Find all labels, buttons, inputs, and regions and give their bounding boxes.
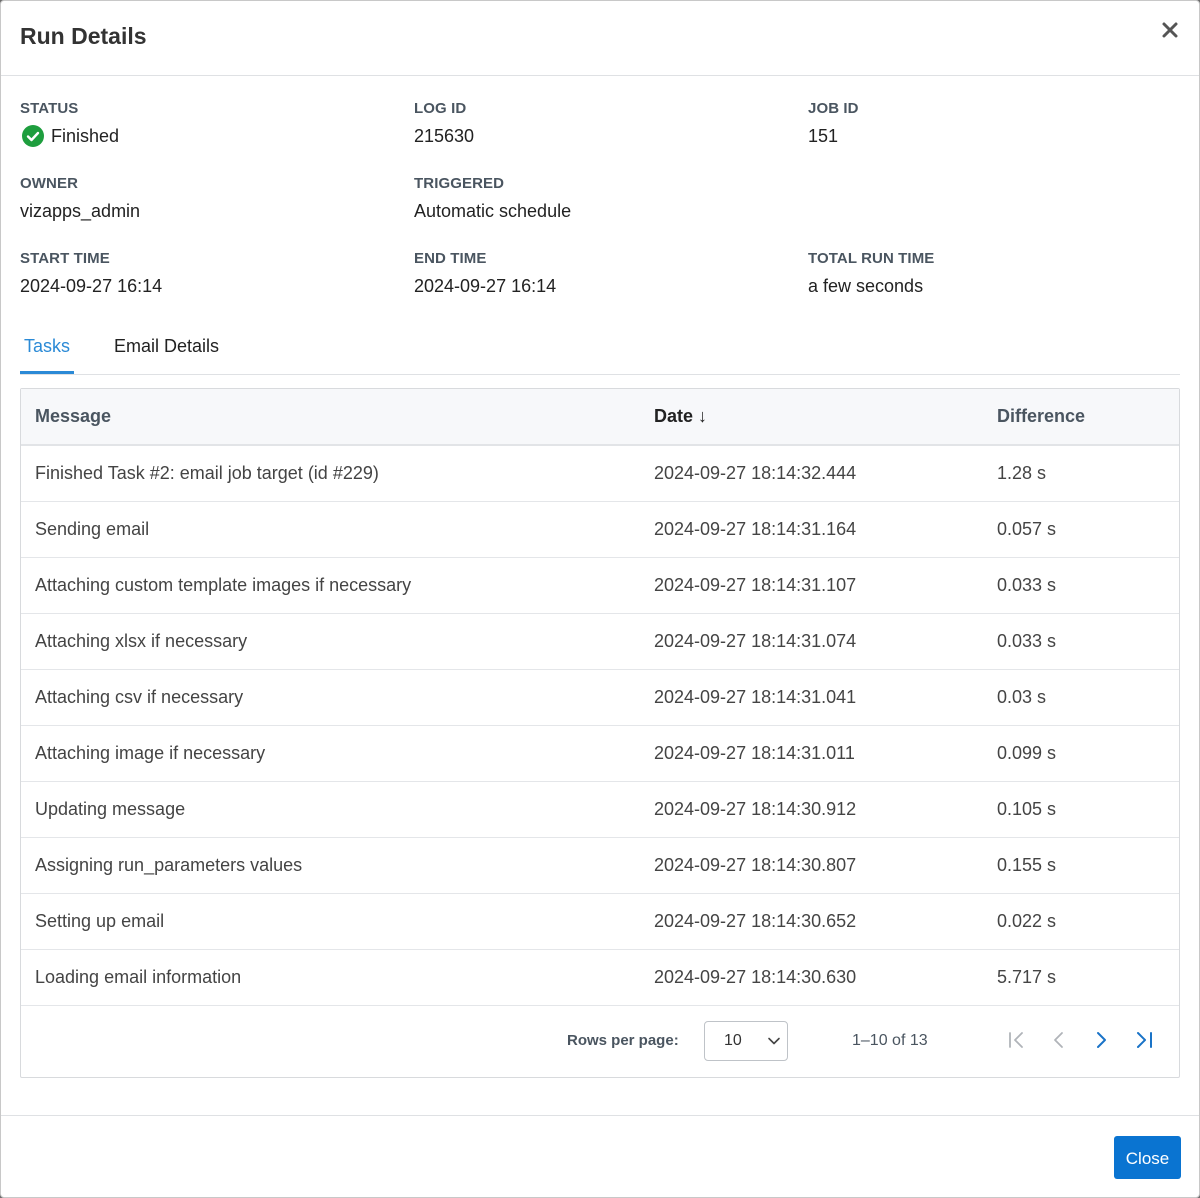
cell-difference: 0.033 s	[997, 574, 1057, 595]
pagination-range: 1–10 of 13	[852, 1032, 928, 1049]
triggered-value: Automatic schedule	[414, 201, 572, 221]
cell-message: Attaching csv if necessary	[35, 686, 244, 707]
cell-difference: 0.155 s	[997, 854, 1057, 875]
status-label: STATUS	[20, 100, 79, 117]
cell-message: Sending email	[35, 518, 150, 539]
cell-date: 2024-09-27 18:14:30.807	[654, 854, 857, 875]
tab-bar: Tasks Email Details	[20, 329, 1180, 375]
log-id-label: LOG ID	[414, 100, 467, 117]
close-button[interactable]: Close	[1114, 1136, 1181, 1179]
status-text: Finished	[51, 126, 120, 146]
modal-title: Run Details	[20, 23, 147, 49]
cell-difference: 0.105 s	[997, 798, 1057, 819]
cell-difference: 0.099 s	[997, 742, 1057, 763]
cell-message: Attaching image if necessary	[35, 742, 266, 763]
table-body: Finished Task #2: email job target (id #…	[21, 445, 1179, 1005]
previous-page-icon[interactable]	[1048, 1029, 1070, 1051]
status-value: Finished	[20, 124, 400, 148]
rows-per-page-value: 10	[724, 1032, 742, 1049]
column-header-date[interactable]: Date ↓	[640, 389, 983, 445]
table-row: Updating message 2024-09-27 18:14:30.912…	[21, 781, 1179, 837]
table-row: Sending email 2024-09-27 18:14:31.164 0.…	[21, 501, 1179, 557]
start-time-label: START TIME	[20, 250, 110, 267]
chevron-down-icon	[768, 1037, 780, 1045]
total-run-time-label: TOTAL RUN TIME	[808, 250, 935, 267]
detail-log-id: LOG ID 215630	[414, 99, 794, 148]
cell-message: Assigning run_parameters values	[35, 854, 303, 875]
cell-difference: 0.022 s	[997, 910, 1057, 931]
total-run-time-value: a few seconds	[808, 276, 924, 296]
end-time-label: END TIME	[414, 250, 487, 267]
detail-triggered: TRIGGERED Automatic schedule	[414, 174, 794, 223]
job-id-label: JOB ID	[808, 100, 859, 117]
cell-difference: 0.057 s	[997, 518, 1057, 539]
table-row: Finished Task #2: email job target (id #…	[21, 445, 1179, 501]
table-row: Attaching image if necessary 2024-09-27 …	[21, 725, 1179, 781]
tab-tasks[interactable]: Tasks	[20, 329, 74, 374]
first-page-icon[interactable]	[1006, 1029, 1028, 1051]
cell-message: Attaching custom template images if nece…	[35, 574, 412, 595]
table-pagination: Rows per page: 10 1–10 of 13	[21, 1006, 1179, 1077]
table-row: Loading email information 2024-09-27 18:…	[21, 949, 1179, 1005]
detail-start-time: START TIME 2024-09-27 16:14	[20, 249, 400, 298]
column-header-message[interactable]: Message	[21, 389, 640, 445]
rows-per-page-label: Rows per page:	[567, 1032, 679, 1049]
tasks-table-container: Message Date ↓ Difference Finished Task …	[20, 388, 1180, 1078]
table-row: Attaching xlsx if necessary 2024-09-27 1…	[21, 613, 1179, 669]
run-details-modal: Run Details STATUS Finished LOG ID 21563…	[0, 0, 1200, 1198]
triggered-label: TRIGGERED	[414, 175, 505, 192]
column-header-difference[interactable]: Difference	[983, 389, 1179, 445]
table-row: Assigning run_parameters values 2024-09-…	[21, 837, 1179, 893]
cell-date: 2024-09-27 18:14:31.107	[654, 574, 857, 595]
owner-value: vizapps_admin	[20, 201, 141, 221]
modal-header: Run Details	[1, 1, 1199, 76]
cell-message: Finished Task #2: email job target (id #…	[35, 462, 379, 483]
table-header-row: Message Date ↓ Difference	[21, 389, 1179, 445]
cell-message: Attaching xlsx if necessary	[35, 630, 248, 651]
cell-message: Setting up email	[35, 910, 165, 931]
cell-message: Updating message	[35, 798, 186, 819]
detail-job-id: JOB ID 151	[808, 99, 1188, 148]
cell-date: 2024-09-27 18:14:32.444	[654, 462, 857, 483]
cell-date: 2024-09-27 18:14:30.912	[654, 798, 857, 819]
cell-difference: 0.03 s	[997, 686, 1047, 707]
cell-difference: 5.717 s	[997, 966, 1057, 987]
cell-date: 2024-09-27 18:14:30.652	[654, 910, 857, 931]
close-icon[interactable]	[1157, 19, 1183, 45]
cell-difference: 0.033 s	[997, 630, 1057, 651]
check-circle-icon	[22, 125, 44, 147]
cell-date: 2024-09-27 18:14:31.011	[654, 742, 855, 763]
owner-label: OWNER	[20, 175, 78, 192]
detail-end-time: END TIME 2024-09-27 16:14	[414, 249, 794, 298]
close-icon-glyph	[1162, 22, 1178, 38]
cell-date: 2024-09-27 18:14:31.041	[654, 686, 857, 707]
table-row: Attaching csv if necessary 2024-09-27 18…	[21, 669, 1179, 725]
cell-date: 2024-09-27 18:14:30.630	[654, 966, 857, 987]
cell-date: 2024-09-27 18:14:31.164	[654, 518, 857, 539]
start-time-value: 2024-09-27 16:14	[20, 276, 163, 296]
detail-total-run-time: TOTAL RUN TIME a few seconds	[808, 249, 1188, 298]
cell-date: 2024-09-27 18:14:31.074	[654, 630, 857, 651]
cell-difference: 1.28 s	[997, 462, 1047, 483]
last-page-icon[interactable]	[1133, 1029, 1155, 1051]
detail-status: STATUS Finished	[20, 99, 400, 148]
tab-email-details[interactable]: Email Details	[114, 329, 219, 373]
detail-owner: OWNER vizapps_admin	[20, 174, 400, 223]
table-row: Attaching custom template images if nece…	[21, 557, 1179, 613]
table-row: Setting up email 2024-09-27 18:14:30.652…	[21, 893, 1179, 949]
next-page-icon[interactable]	[1090, 1029, 1112, 1051]
tasks-table: Message Date ↓ Difference Finished Task …	[21, 389, 1179, 1006]
cell-message: Loading email information	[35, 966, 242, 987]
log-id-value: 215630	[414, 126, 475, 146]
rows-per-page-select[interactable]: 10	[704, 1021, 788, 1061]
job-id-value: 151	[808, 126, 839, 146]
modal-footer: Close	[1, 1115, 1199, 1198]
end-time-value: 2024-09-27 16:14	[414, 276, 557, 296]
